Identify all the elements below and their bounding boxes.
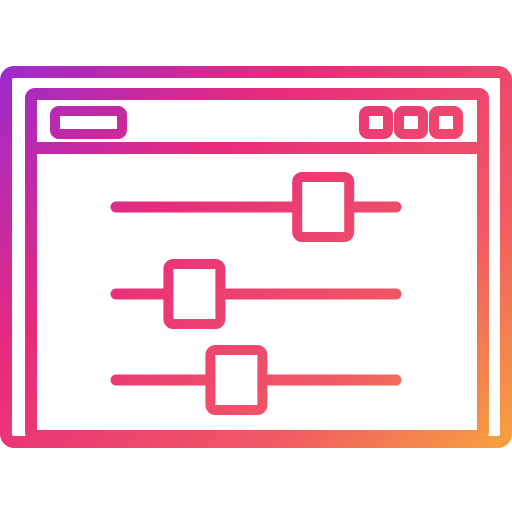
slider-3-handle[interactable] — [205, 345, 268, 415]
slider-1-handle[interactable] — [292, 172, 355, 242]
icon-canvas — [0, 0, 512, 512]
window-control-3-icon[interactable] — [429, 106, 463, 139]
window-control-2-icon[interactable] — [394, 106, 428, 139]
tab-pill-icon[interactable] — [50, 106, 127, 139]
browser-window-sliders-icon — [0, 66, 512, 448]
slider-2[interactable] — [110, 259, 402, 329]
slider-1[interactable] — [110, 172, 402, 242]
sliders-group — [110, 172, 402, 415]
slider-3[interactable] — [110, 345, 402, 415]
slider-2-handle[interactable] — [163, 259, 226, 329]
window-control-1-icon[interactable] — [359, 106, 393, 139]
title-bar — [50, 106, 463, 139]
